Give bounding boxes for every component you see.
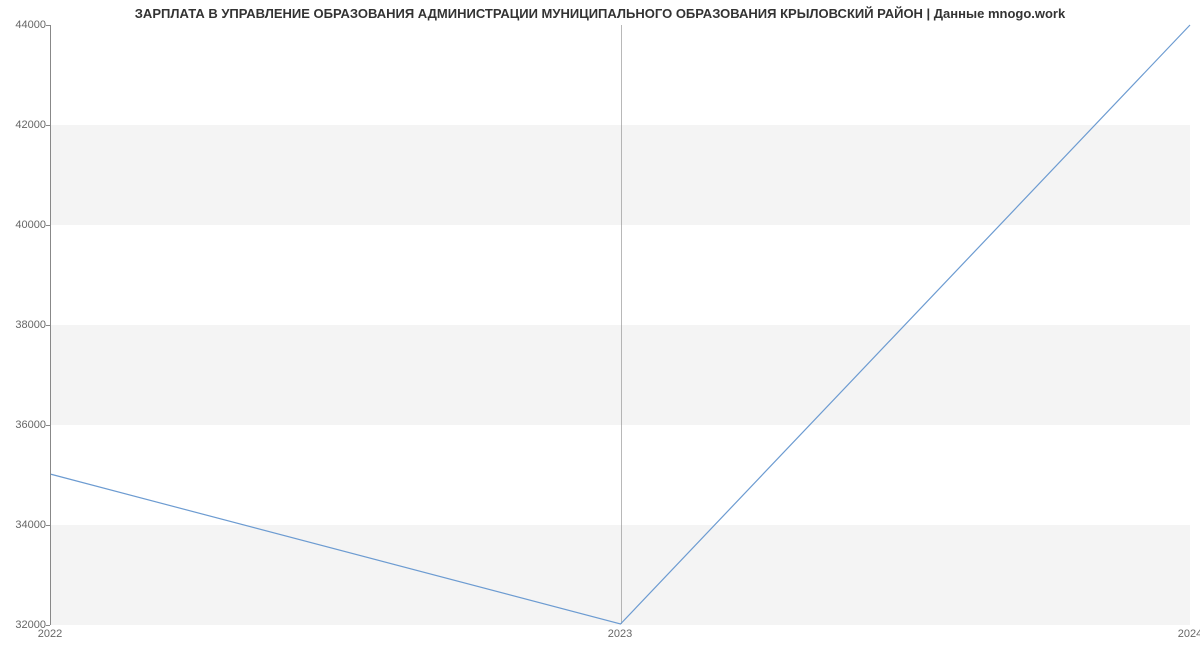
line-layer [51, 25, 1190, 624]
y-tick-label: 38000 [2, 319, 46, 331]
y-tick-label: 44000 [2, 19, 46, 31]
y-tick-label: 36000 [2, 419, 46, 431]
y-tick-mark [46, 225, 50, 226]
y-tick-mark [46, 525, 50, 526]
y-tick-mark [46, 325, 50, 326]
chart-title: ЗАРПЛАТА В УПРАВЛЕНИЕ ОБРАЗОВАНИЯ АДМИНИ… [0, 6, 1200, 21]
y-tick-label: 34000 [2, 519, 46, 531]
x-tick-label: 2024 [1178, 628, 1200, 640]
x-tick-label: 2022 [38, 628, 62, 640]
y-tick-mark [46, 425, 50, 426]
x-tick-label: 2023 [608, 628, 632, 640]
series-line [51, 25, 1190, 624]
chart-container: ЗАРПЛАТА В УПРАВЛЕНИЕ ОБРАЗОВАНИЯ АДМИНИ… [0, 0, 1200, 650]
y-tick-mark [46, 25, 50, 26]
y-tick-mark [46, 625, 50, 626]
plot-area [50, 25, 1190, 625]
y-tick-label: 40000 [2, 219, 46, 231]
y-tick-mark [46, 125, 50, 126]
y-tick-label: 42000 [2, 119, 46, 131]
